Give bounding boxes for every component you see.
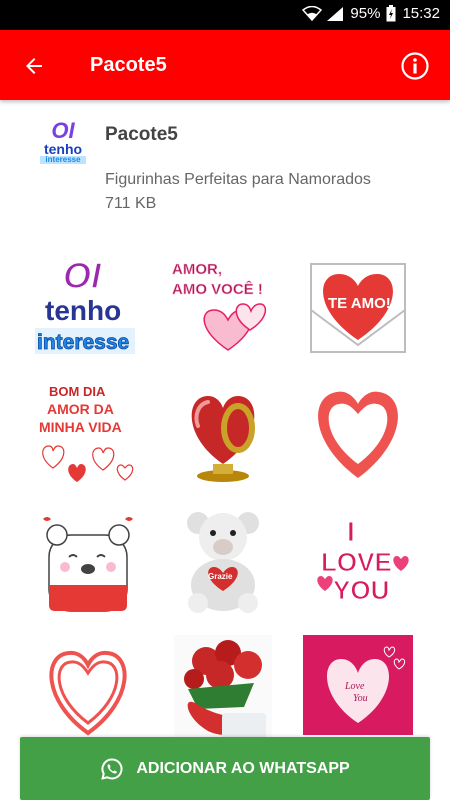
sticker-love-you-card-image: Love You [303, 635, 413, 735]
pack-tray-icon: OI tenho interesse [40, 120, 86, 170]
sticker-8-text: Grazie [208, 572, 233, 581]
add-to-whatsapp-label: ADICIONAR AO WHATSAPP [136, 759, 350, 777]
sticker-roses-bouquet[interactable] [168, 635, 278, 745]
sticker-bom-dia-amor[interactable]: BOM DIA AMOR DA MINHA VIDA [33, 380, 143, 490]
tray-line-2: tenho [43, 141, 83, 157]
back-button[interactable] [18, 50, 50, 82]
pack-header: OI tenho interesse Pacote5 Figurinhas Pe… [0, 100, 450, 230]
sticker-bear-kisses-image [43, 517, 133, 612]
sticker-double-outline-heart[interactable] [33, 635, 143, 745]
tray-line-3: interesse [40, 156, 86, 164]
sticker-2-line-2: AMO VOCÊ ! [172, 280, 263, 298]
pack-size: 711 KB [105, 195, 157, 212]
status-right: 95% 15:32 [302, 5, 440, 22]
app-title: Pacote5 [90, 54, 167, 76]
wifi-icon [302, 5, 323, 21]
sticker-bear-kisses[interactable] [33, 505, 143, 615]
sticker-amor-amo-voce[interactable]: AMOR, AMO VOCÊ ! [168, 250, 278, 360]
sticker-oi-tenho-interesse[interactable]: OI tenho interesse [33, 250, 143, 360]
sticker-4-line-1: BOM DIA [49, 384, 106, 399]
sticker-te-amo-envelope-image: TE AMO! [310, 263, 406, 353]
sticker-1-line-2: tenho [45, 295, 121, 326]
sticker-oi-tenho-interesse-image: OI tenho interesse [35, 254, 135, 354]
sticker-12-line-1: Love [344, 681, 365, 692]
sticker-outline-heart[interactable] [303, 380, 413, 490]
sticker-outline-heart-image [318, 391, 398, 478]
sticker-9-line-1: I [347, 516, 355, 547]
sticker-amor-amo-voce-image: AMOR, AMO VOCÊ ! [172, 261, 267, 351]
sticker-12-line-2: You [353, 693, 368, 704]
battery-percent: 95% [350, 5, 381, 22]
sticker-3-text: TE AMO! [328, 295, 391, 312]
clock: 15:32 [402, 5, 440, 22]
battery-icon [386, 5, 396, 22]
sticker-roses-bouquet-image [174, 635, 272, 745]
add-to-whatsapp-button[interactable]: ADICIONAR AO WHATSAPP [20, 737, 430, 800]
sticker-love-you-card[interactable]: Love You [303, 635, 413, 745]
sticker-4-line-3: MINHA VIDA [39, 419, 122, 435]
sticker-te-amo-envelope[interactable]: TE AMO! [303, 250, 413, 360]
arrow-back-icon [26, 58, 42, 74]
whatsapp-icon [101, 757, 123, 780]
sticker-1-line-3: interesse [37, 331, 129, 354]
sticker-1-line-1: OI [63, 255, 102, 296]
sticker-red-heart-ring-image [191, 396, 255, 482]
sticker-9-line-2: LOVE [321, 547, 392, 577]
sticker-i-love-you[interactable]: I LOVE YOU [303, 505, 413, 615]
status-bar: 95% 15:32 [0, 0, 450, 30]
sticker-i-love-you-image: I LOVE YOU [317, 516, 409, 606]
sticker-bom-dia-amor-image: BOM DIA AMOR DA MINHA VIDA [39, 384, 134, 482]
tray-line-1: OI [51, 118, 75, 143]
sticker-9-line-3: YOU [333, 575, 389, 605]
pack-publisher: Figurinhas Perfeitas para Namorados [105, 171, 371, 188]
pack-name: Pacote5 [105, 124, 178, 145]
info-icon [401, 52, 429, 80]
sticker-4-line-2: AMOR DA [47, 401, 114, 417]
signal-icon [327, 6, 344, 21]
app-bar: Pacote5 [0, 30, 450, 100]
status-icons [302, 5, 344, 22]
sticker-red-heart-ring[interactable] [168, 380, 278, 490]
info-button[interactable] [400, 51, 430, 81]
sticker-double-outline-heart-image [49, 650, 127, 736]
sticker-2-line-1: AMOR, [172, 261, 222, 278]
sticker-teddy-bear-grazie-image: Grazie [187, 512, 259, 613]
sticker-teddy-bear-grazie[interactable]: Grazie [168, 505, 278, 615]
